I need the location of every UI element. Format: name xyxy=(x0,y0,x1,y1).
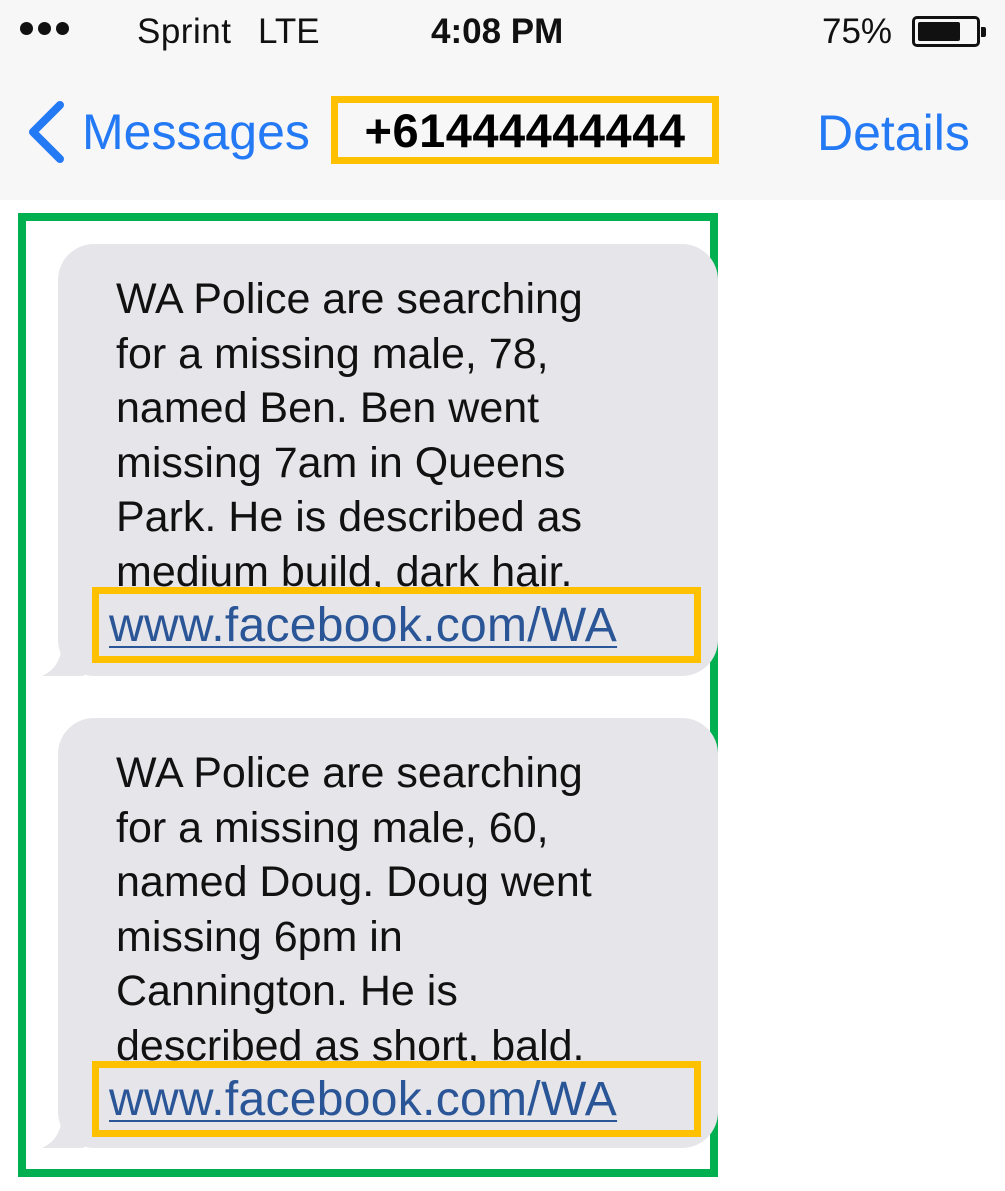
network-type: LTE xyxy=(258,12,320,51)
link-highlight: www.facebook.com/WA xyxy=(92,1061,701,1137)
link-highlight: www.facebook.com/WA xyxy=(92,587,701,663)
message-link[interactable]: www.facebook.com/WA xyxy=(109,598,617,653)
navigation-bar: Messages +61444444444 Details xyxy=(0,62,1005,200)
message-thread: WA Police are searching for a missing ma… xyxy=(18,213,718,1177)
details-button[interactable]: Details xyxy=(817,104,970,162)
message-text: WA Police are searching for a missing ma… xyxy=(116,275,583,596)
battery-icon xyxy=(912,16,986,47)
status-bar: Sprint LTE 4:08 PM 75% xyxy=(0,0,1005,62)
message-text: WA Police are searching for a missing ma… xyxy=(116,749,592,1070)
back-button[interactable]: Messages xyxy=(24,92,310,172)
message-link[interactable]: www.facebook.com/WA xyxy=(109,1072,617,1127)
back-label: Messages xyxy=(82,104,310,160)
battery-percent: 75% xyxy=(822,12,893,51)
status-time: 4:08 PM xyxy=(431,12,564,51)
signal-strength-icon xyxy=(20,22,69,35)
carrier-name: Sprint xyxy=(137,12,232,51)
bubble-tail xyxy=(42,1108,84,1148)
bubble-tail xyxy=(42,636,84,676)
chevron-left-icon xyxy=(29,101,64,163)
contact-number-title: +61444444444 xyxy=(331,96,719,164)
